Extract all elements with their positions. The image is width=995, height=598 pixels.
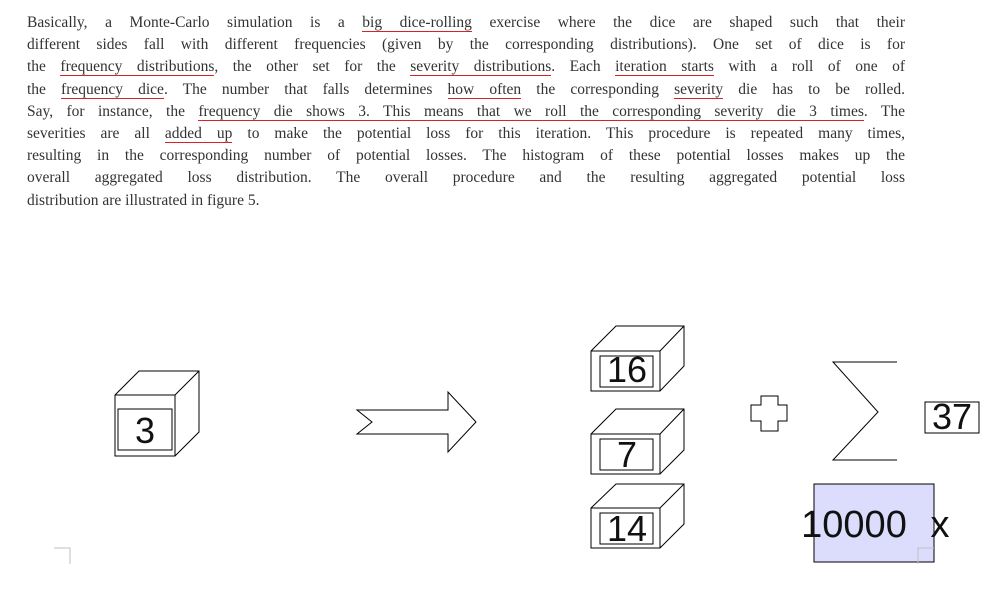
frequency-die-value: 3 [134, 410, 156, 451]
severity-die-3-value: 14 [606, 508, 648, 549]
plus-icon [750, 395, 788, 432]
page-corner-mark-left [54, 547, 71, 564]
severity-die-1-value: 16 [606, 349, 648, 390]
sum-result-value: 37 [931, 396, 973, 437]
right-arrow-icon [355, 390, 477, 454]
sigma-icon [831, 361, 897, 461]
iterations-suffix: x [930, 504, 950, 546]
iterations-count: 10000 [801, 504, 907, 546]
severity-die-2-value: 7 [616, 434, 638, 475]
